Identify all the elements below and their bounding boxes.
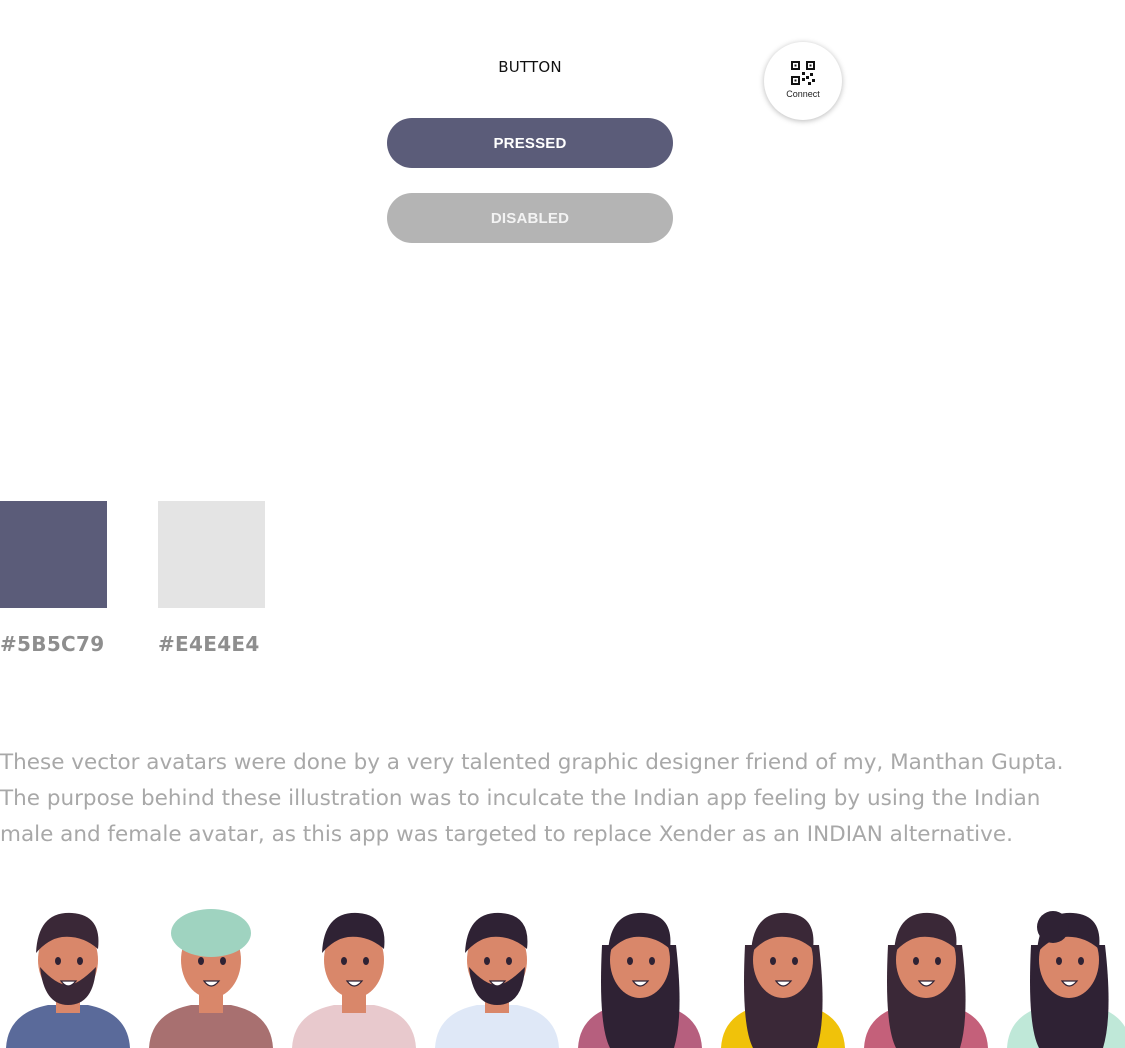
disabled-button: DISABLED — [387, 193, 673, 243]
avatar-woman-ponytail — [578, 912, 702, 1048]
avatar-man-beard — [6, 912, 130, 1048]
color-swatch-primary — [0, 501, 107, 608]
avatar-woman-bun — [1007, 911, 1125, 1048]
avatar-man-quiff — [292, 912, 416, 1048]
connect-fab[interactable]: Connect — [764, 42, 842, 120]
avatar-man-turban — [149, 909, 273, 1048]
color-hex-primary: #5B5C79 — [0, 632, 105, 656]
pressed-button[interactable]: PRESSED — [387, 118, 673, 168]
avatar-woman-long-hair — [721, 912, 845, 1048]
button-states-title: BUTTON — [498, 58, 562, 76]
connect-label: Connect — [786, 89, 820, 99]
avatar-man-full-beard — [435, 912, 559, 1048]
color-hex-secondary: #E4E4E4 — [158, 632, 260, 656]
avatar-strip — [6, 909, 1125, 1048]
qr-code-icon — [791, 61, 815, 85]
color-swatch-secondary — [158, 501, 265, 608]
avatar-description: These vector avatars were done by a very… — [0, 750, 1064, 847]
avatar-woman-straight-hair — [864, 912, 988, 1048]
